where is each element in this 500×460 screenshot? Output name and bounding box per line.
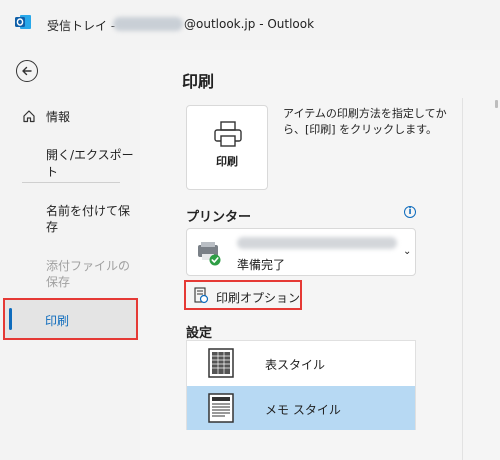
scrollbar-thumb[interactable] [495, 100, 498, 108]
print-pane: 印刷 印刷 アイテムの印刷方法を指定してから、[印刷] をクリックします。 プリ… [140, 50, 500, 460]
memo-style-icon [208, 393, 234, 423]
nav-item-info[interactable]: 情報 [22, 106, 132, 126]
blurred-account-name [113, 17, 183, 31]
style-item-table[interactable]: 表スタイル [187, 341, 415, 385]
style-item-memo-label: メモ スタイル [265, 403, 341, 417]
nav-item-print[interactable]: 印刷 [3, 298, 138, 340]
print-options-button[interactable]: 印刷オプション [184, 280, 302, 310]
selected-indicator [9, 308, 12, 330]
nav-item-open-export[interactable]: 開く/エクスポート [46, 146, 140, 180]
chevron-down-icon: ⌄ [403, 246, 412, 257]
back-button[interactable] [16, 60, 38, 82]
backstage-sidebar: 情報 開く/エクスポート 名前を付けて保存 添付ファイルの保存 印刷 [0, 50, 140, 460]
table-style-icon [208, 348, 234, 378]
info-icon[interactable]: i [404, 206, 416, 218]
print-options-label: 印刷オプション [216, 291, 301, 305]
print-description: アイテムの印刷方法を指定してから、[印刷] をクリックします。 [283, 107, 447, 136]
outlook-app-icon [15, 15, 31, 29]
title-bar: 受信トレイ - @outlook.jp - Outlook [0, 0, 500, 50]
nav-item-info-label: 情報 [46, 109, 71, 124]
print-button[interactable]: 印刷 [186, 105, 268, 190]
print-options-icon [194, 287, 209, 304]
printer-heading: プリンター [186, 210, 252, 225]
home-icon [23, 110, 35, 123]
blurred-printer-name [237, 237, 397, 249]
sidebar-divider [22, 182, 120, 183]
style-item-table-label: 表スタイル [265, 358, 326, 372]
nav-item-save-attachments[interactable]: 添付ファイルの保存 [46, 258, 134, 290]
printer-dropdown[interactable]: 準備完了 ⌄ [186, 228, 416, 276]
page-title: 印刷 [182, 72, 215, 91]
printer-icon [214, 121, 242, 147]
preview-divider [462, 98, 463, 460]
printer-status: 準備完了 [237, 258, 286, 272]
window-title-prefix: 受信トレイ - [47, 19, 116, 33]
printer-device-icon [198, 242, 221, 266]
style-item-memo[interactable]: メモ スタイル [187, 386, 415, 430]
settings-heading: 設定 [186, 326, 213, 341]
print-style-list: 表スタイル メモ スタイル [186, 340, 416, 430]
print-button-label: 印刷 [216, 155, 238, 168]
window-title-suffix: @outlook.jp - Outlook [184, 17, 315, 31]
nav-item-print-label: 印刷 [45, 314, 70, 328]
nav-item-save-as[interactable]: 名前を付けて保存 [46, 203, 134, 235]
arrow-left-icon [22, 66, 32, 76]
